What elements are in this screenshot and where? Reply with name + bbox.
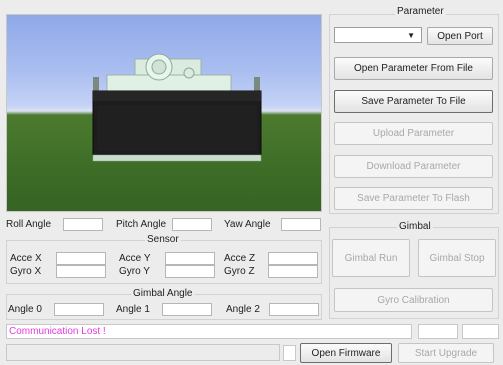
gyro-calibration-button[interactable]: Gyro Calibration bbox=[334, 288, 493, 312]
3d-viewport[interactable] bbox=[6, 14, 322, 212]
parameter-title: Parameter bbox=[395, 6, 446, 17]
yaw-angle-field bbox=[281, 218, 321, 231]
gimbal-run-button[interactable]: Gimbal Run bbox=[332, 239, 410, 277]
status-message: Communication Lost ! bbox=[6, 324, 412, 339]
firmware-indicator bbox=[283, 345, 296, 361]
roll-angle-field bbox=[63, 218, 103, 231]
pitch-angle-label: Pitch Angle bbox=[116, 219, 167, 230]
gyro-z-label: Gyro Z bbox=[224, 266, 255, 277]
dropdown-arrow-icon: ▼ bbox=[407, 30, 415, 40]
pitch-angle-field bbox=[172, 218, 212, 231]
open-port-button[interactable]: Open Port bbox=[427, 27, 493, 45]
acce-y-label: Acce Y bbox=[119, 253, 151, 264]
angle-1-field bbox=[162, 303, 212, 316]
acce-z-field bbox=[268, 252, 318, 265]
save-parameter-to-file-button[interactable]: Save Parameter To File bbox=[334, 90, 493, 113]
status-box-1 bbox=[418, 324, 458, 339]
gyro-x-label: Gyro X bbox=[10, 266, 42, 277]
open-parameter-from-file-button[interactable]: Open Parameter From File bbox=[334, 57, 493, 80]
gimbal-stop-button[interactable]: Gimbal Stop bbox=[418, 239, 496, 277]
save-parameter-to-flash-button[interactable]: Save Parameter To Flash bbox=[334, 187, 493, 210]
gyro-y-field bbox=[165, 265, 215, 278]
angle-0-field bbox=[54, 303, 104, 316]
start-upgrade-button[interactable]: Start Upgrade bbox=[398, 343, 494, 363]
angle-0-label: Angle 0 bbox=[8, 304, 42, 315]
gyro-z-field bbox=[268, 265, 318, 278]
angle-1-label: Angle 1 bbox=[116, 304, 150, 315]
gimbal-title: Gimbal bbox=[397, 221, 433, 232]
port-combo[interactable]: ▼ bbox=[334, 27, 422, 43]
roll-angle-label: Roll Angle bbox=[6, 219, 52, 230]
gimbal-angle-title: Gimbal Angle bbox=[131, 288, 195, 299]
gyro-y-label: Gyro Y bbox=[119, 266, 150, 277]
angle-2-field bbox=[269, 303, 319, 316]
angle-2-label: Angle 2 bbox=[226, 304, 260, 315]
acce-x-field bbox=[56, 252, 106, 265]
acce-y-field bbox=[165, 252, 215, 265]
upload-parameter-button[interactable]: Upload Parameter bbox=[334, 122, 493, 145]
camera-model bbox=[92, 53, 262, 162]
yaw-angle-label: Yaw Angle bbox=[224, 219, 271, 230]
progress-bar bbox=[6, 344, 280, 361]
acce-x-label: Acce X bbox=[10, 253, 42, 264]
acce-z-label: Acce Z bbox=[224, 253, 256, 264]
gyro-x-field bbox=[56, 265, 106, 278]
sensor-title: Sensor bbox=[145, 234, 181, 245]
status-box-2 bbox=[462, 324, 499, 339]
open-firmware-button[interactable]: Open Firmware bbox=[300, 343, 392, 363]
download-parameter-button[interactable]: Download Parameter bbox=[334, 155, 493, 178]
